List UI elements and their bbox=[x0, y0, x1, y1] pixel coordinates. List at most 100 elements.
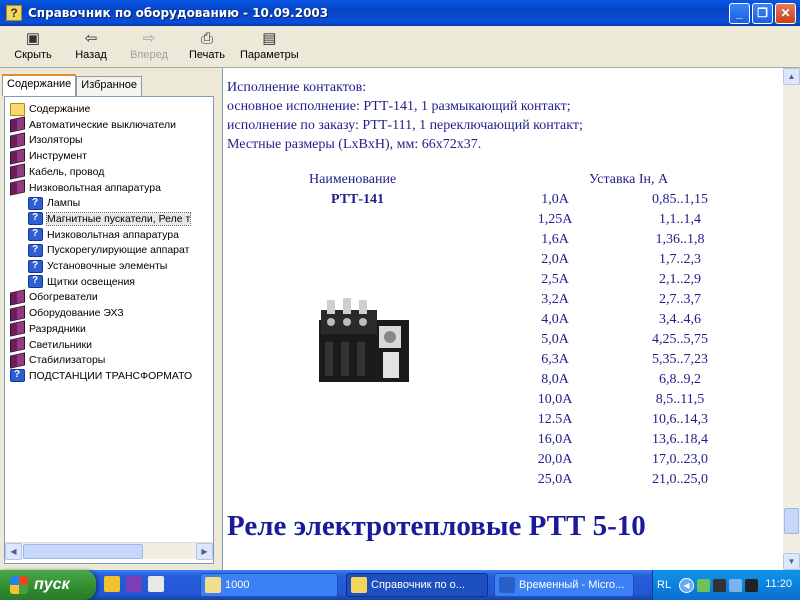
tree-item-label: Содержание bbox=[29, 103, 91, 115]
column-header-setting: Уставка Iн, А bbox=[589, 172, 669, 187]
hide-pane-icon: ▣ bbox=[25, 30, 41, 47]
tree-item[interactable]: Пускорегулирующие аппарат bbox=[28, 242, 189, 258]
intro-line: Исполнение контактов: bbox=[227, 80, 367, 95]
scroll-right-icon[interactable]: ▶ bbox=[196, 543, 213, 560]
tree-item[interactable]: Разрядники bbox=[10, 320, 86, 337]
help-page-icon bbox=[28, 212, 43, 226]
restore-button[interactable]: ❐ bbox=[752, 3, 773, 24]
language-indicator[interactable]: RL bbox=[657, 579, 677, 591]
word-icon bbox=[499, 577, 515, 593]
options-button[interactable]: ▤ Параметры bbox=[240, 26, 299, 67]
table-row: 1,25А 1,1..1,4 bbox=[519, 212, 729, 232]
tree-item[interactable]: Оборудование ЭХЗ bbox=[10, 304, 124, 322]
forward-button[interactable]: ⇨ Вперед bbox=[124, 26, 174, 67]
scroll-down-icon[interactable]: ▼ bbox=[783, 553, 800, 570]
table-row: 6,3А 5,35..7,23 bbox=[519, 352, 729, 372]
tree-item-label: Светильники bbox=[29, 338, 92, 351]
pen-icon[interactable] bbox=[104, 576, 120, 592]
close-button[interactable]: ✕ bbox=[775, 3, 796, 24]
show-hidden-icons-icon[interactable]: ◀ bbox=[679, 577, 694, 593]
tree-item[interactable]: Автоматические выключатели bbox=[10, 116, 177, 133]
setting-range: 6,8..9,2 bbox=[659, 372, 701, 387]
table-row: 1,0А 0,85..1,15 bbox=[519, 192, 729, 212]
hide-button[interactable]: ▣ Скрыть bbox=[8, 26, 58, 67]
tree-item[interactable]: Низковольтная аппаратура bbox=[10, 179, 161, 196]
rated-current: 1,0А bbox=[541, 192, 569, 207]
book-icon bbox=[10, 304, 25, 322]
navigation-pane: Содержание Избранное Содержание Автоматич… bbox=[0, 68, 217, 570]
tree-item[interactable]: Обогреватели bbox=[10, 289, 98, 306]
tab-favorites[interactable]: Избранное bbox=[76, 76, 143, 96]
task-button[interactable]: 1000 bbox=[200, 573, 338, 597]
calendar-icon[interactable] bbox=[148, 576, 164, 592]
tree-item[interactable]: Лампы bbox=[28, 195, 80, 211]
tree-item-label: Установочные элементы bbox=[47, 260, 168, 272]
open-book-icon bbox=[10, 179, 25, 196]
scroll-up-icon[interactable]: ▲ bbox=[783, 68, 800, 85]
book-icon bbox=[10, 116, 25, 133]
tree-item[interactable]: Светильники bbox=[10, 336, 92, 353]
rated-current: 20,0А bbox=[537, 452, 573, 467]
table-row: 2,0А 1,7..2,3 bbox=[519, 252, 729, 272]
rated-current: 25,0А bbox=[537, 472, 573, 487]
tree-item-label: Автоматические выключатели bbox=[29, 118, 177, 131]
tree-item[interactable]: Кабель, провод bbox=[10, 163, 104, 180]
save-icon[interactable] bbox=[126, 576, 142, 592]
tree-item[interactable]: ПОДСТАНЦИИ ТРАНСФОРМАТО bbox=[10, 368, 192, 384]
scroll-thumb[interactable] bbox=[784, 508, 799, 534]
setting-range: 2,1..2,9 bbox=[659, 272, 701, 287]
setting-range: 4,25..5,75 bbox=[652, 332, 708, 347]
network-icon[interactable] bbox=[697, 578, 710, 592]
app-icon bbox=[205, 577, 221, 593]
minimize-button[interactable]: _ bbox=[729, 3, 750, 24]
book-icon bbox=[10, 352, 25, 369]
tree-item[interactable]: Установочные элементы bbox=[28, 258, 167, 274]
setting-range: 10,6..14,3 bbox=[652, 412, 708, 427]
tree-item[interactable]: Щитки освещения bbox=[28, 274, 135, 290]
book-icon bbox=[10, 132, 25, 149]
horizontal-scrollbar[interactable]: ◀ ▶ bbox=[5, 542, 213, 560]
options-icon: ▤ bbox=[262, 30, 277, 47]
scroll-thumb[interactable] bbox=[23, 544, 143, 559]
clock: 11:20 bbox=[765, 578, 792, 590]
content-pane: Исполнение контактов: основное исполнени… bbox=[222, 68, 800, 570]
volume-icon[interactable] bbox=[729, 578, 742, 592]
start-button[interactable]: пуск bbox=[0, 570, 96, 600]
help-page-icon bbox=[28, 275, 43, 289]
book-icon bbox=[10, 147, 25, 165]
print-button[interactable]: ⎙ Печать bbox=[182, 26, 232, 67]
relay-image bbox=[319, 298, 409, 382]
table-row: 8,0А 6,8..9,2 bbox=[519, 372, 729, 392]
rated-current: 16,0А bbox=[537, 432, 573, 447]
tab-contents[interactable]: Содержание bbox=[2, 74, 77, 96]
rated-current: 4,0А bbox=[541, 312, 569, 327]
tree-item-label: Инструмент bbox=[29, 150, 87, 163]
tree-item-label: Низковольтная аппаратура bbox=[47, 228, 179, 241]
rated-current: 1,25А bbox=[537, 212, 573, 227]
column-header-name: Наименование bbox=[309, 172, 397, 187]
rated-current: 5,0А bbox=[541, 332, 569, 347]
tree-item-label: Изоляторы bbox=[29, 134, 83, 147]
tree-item-label: Магнитные пускатели, Реле т bbox=[45, 211, 192, 226]
toolbar: ▣ Скрыть ⇦ Назад ⇨ Вперед ⎙ Печать ▤ Пар… bbox=[0, 26, 800, 68]
antivirus-icon[interactable] bbox=[713, 578, 726, 592]
book-icon bbox=[10, 320, 25, 337]
tree-item[interactable]: Низковольтная аппаратура bbox=[28, 227, 179, 243]
vertical-scrollbar[interactable]: ▲ ▼ bbox=[783, 68, 800, 570]
tree-item[interactable]: Магнитные пускатели, Реле т bbox=[28, 211, 192, 227]
setting-range: 2,7..3,7 bbox=[659, 292, 701, 307]
tray-app-icon[interactable] bbox=[745, 578, 758, 592]
tree-item[interactable]: Изоляторы bbox=[10, 132, 83, 149]
rated-current: 6,3А bbox=[541, 352, 569, 367]
scroll-left-icon[interactable]: ◀ bbox=[5, 543, 22, 560]
tree-item[interactable]: Стабилизаторы bbox=[10, 352, 105, 369]
tree-item[interactable]: Содержание bbox=[10, 101, 90, 117]
table-row: 2,5А 2,1..2,9 bbox=[519, 272, 729, 292]
back-button[interactable]: ⇦ Назад bbox=[66, 26, 116, 67]
task-button[interactable]: Временный - Micro... bbox=[494, 573, 634, 597]
tree-item[interactable]: Инструмент bbox=[10, 147, 87, 165]
setting-range: 8,5..11,5 bbox=[655, 392, 705, 407]
forward-arrow-icon: ⇨ bbox=[142, 30, 156, 47]
table-row: 3,2А 2,7..3,7 bbox=[519, 292, 729, 312]
task-button[interactable]: Справочник по о... bbox=[346, 573, 488, 597]
